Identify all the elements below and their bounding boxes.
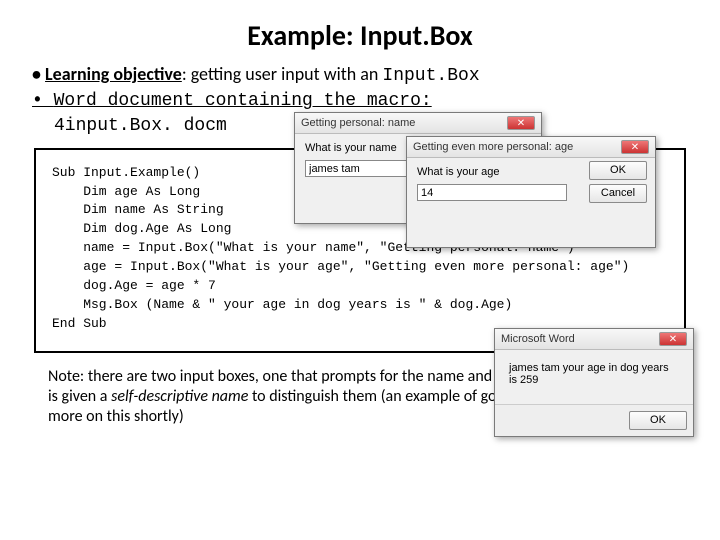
close-icon[interactable]: ✕ — [507, 116, 535, 130]
inputbox-name-title: Getting personal: name — [301, 117, 415, 129]
slide-title: Example: Input.Box — [28, 18, 692, 53]
inputbox-age-field[interactable] — [417, 184, 567, 201]
objective-label: Learning objective — [45, 63, 182, 85]
msgbox-text: james tam your age in dog years is 259 — [509, 362, 679, 386]
inputbox-name-titlebar: Getting personal: name ✕ — [295, 113, 541, 134]
msgbox-title: Microsoft Word — [501, 333, 575, 345]
inputbox-age-title: Getting even more personal: age — [413, 141, 573, 153]
close-icon[interactable]: ✕ — [621, 140, 649, 154]
msgbox-dialog: Microsoft Word ✕ james tam your age in d… — [494, 328, 694, 437]
ok-button[interactable]: OK — [629, 411, 687, 430]
objective-code: Input.Box — [382, 66, 479, 86]
cancel-button[interactable]: Cancel — [589, 184, 647, 203]
bullet-objective: Learning objective: getting user input w… — [32, 63, 692, 88]
ok-button[interactable]: OK — [589, 161, 647, 180]
bullet-list: Learning objective: getting user input w… — [32, 63, 692, 114]
inputbox-age-dialog: Getting even more personal: age ✕ What i… — [406, 136, 656, 248]
close-icon[interactable]: ✕ — [659, 332, 687, 346]
note-em: self-descriptive name — [111, 387, 248, 406]
objective-text: : getting user input with an — [182, 63, 383, 85]
bullet-document: Word document containing the macro: — [32, 90, 692, 113]
msgbox-titlebar: Microsoft Word ✕ — [495, 329, 693, 350]
inputbox-age-titlebar: Getting even more personal: age ✕ — [407, 137, 655, 158]
